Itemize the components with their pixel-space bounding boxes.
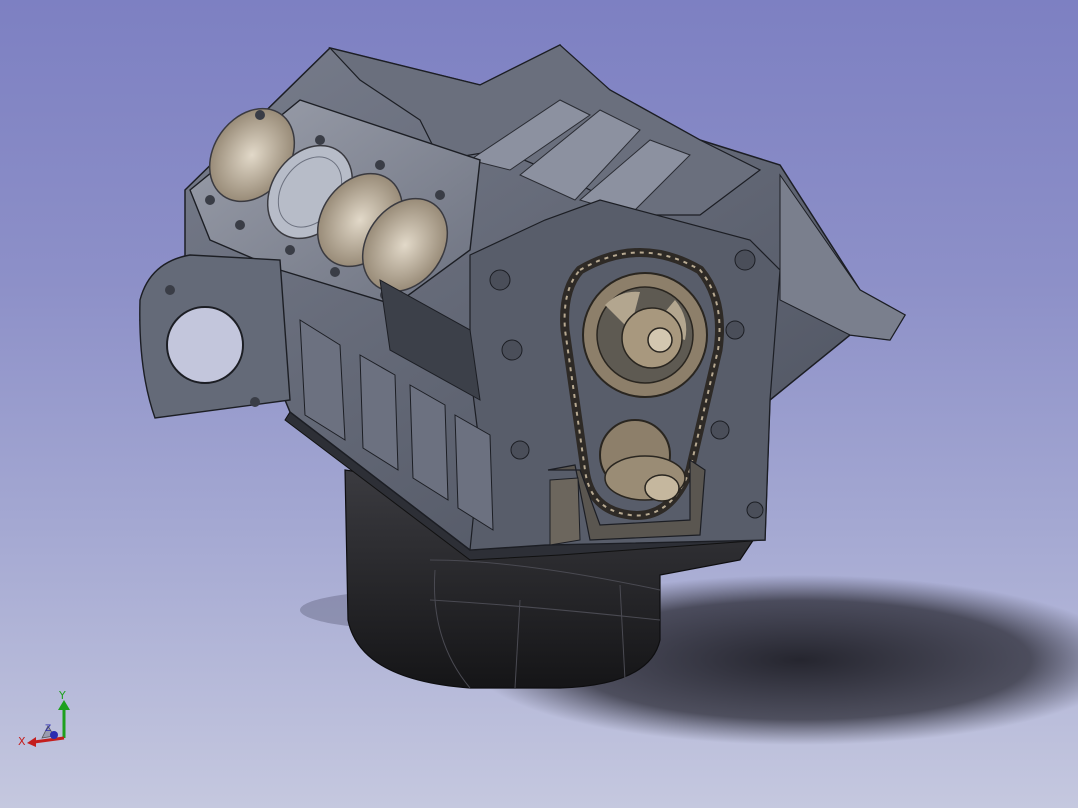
x-axis-arrowhead [27, 737, 36, 747]
bellhousing-flange [139, 254, 291, 419]
coordinate-triad: Y X Z [18, 689, 70, 748]
x-axis-label: X [18, 735, 26, 748]
engine-block-model[interactable] [0, 0, 1078, 808]
y-axis-label: Y [58, 689, 66, 702]
graphics-viewport[interactable]: Y X Z [0, 0, 1078, 808]
z-axis-label: Z [45, 724, 51, 734]
cam-sprocket [582, 272, 708, 398]
x-axis-line [33, 736, 65, 744]
